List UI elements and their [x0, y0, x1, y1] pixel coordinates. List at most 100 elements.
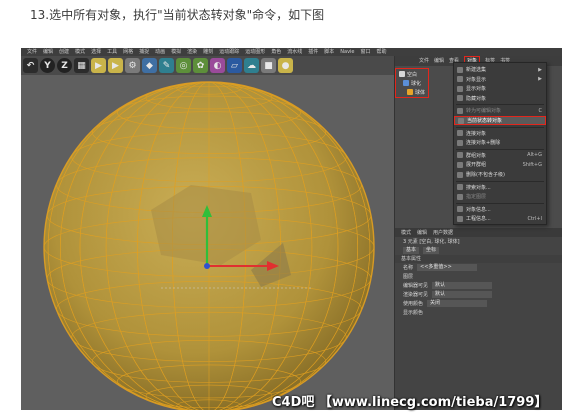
- menu-item[interactable]: 选择: [91, 48, 101, 56]
- toolbar-button[interactable]: ◐: [210, 58, 225, 73]
- context-menu-item[interactable]: 连接对象+删除: [454, 138, 546, 147]
- menu-item[interactable]: 插件: [308, 48, 318, 56]
- menu-item-icon: [457, 206, 463, 213]
- toolbar-button[interactable]: ◆: [142, 58, 157, 73]
- menu-item-shortcut: ▶: [538, 66, 542, 73]
- context-menu-item[interactable]: 搜索对象...: [454, 183, 546, 192]
- attribute-tab[interactable]: 编辑: [417, 229, 427, 236]
- menu-item[interactable]: 模式: [75, 48, 85, 56]
- toolbar-button[interactable]: ☁: [244, 58, 259, 73]
- context-menu-item[interactable]: 隐藏对象: [454, 94, 546, 103]
- menu-item[interactable]: 窗口: [361, 48, 371, 56]
- menu-item[interactable]: 模拟: [171, 48, 181, 56]
- menu-item[interactable]: 捕捉: [139, 48, 149, 56]
- context-menu-item[interactable]: 群组对象 Alt+G: [454, 151, 546, 160]
- attribute-subtab[interactable]: 坐标: [423, 247, 440, 254]
- scale-icon: Y: [44, 60, 51, 71]
- menu-item-label: 指定图层: [466, 194, 487, 201]
- menu-item-shortcut: C: [538, 107, 543, 114]
- menu-item[interactable]: 编辑: [43, 48, 53, 56]
- attribute-field-label: 渲染器可见: [403, 292, 429, 298]
- attribute-field-value[interactable]: <<多重值>>: [417, 264, 478, 271]
- camera-icon: ■: [264, 60, 273, 71]
- menu-separator: [456, 180, 544, 182]
- menu-item-icon: [457, 193, 463, 200]
- toolbar-button[interactable]: Y: [40, 58, 55, 73]
- menu-item[interactable]: 雕刻: [203, 48, 213, 56]
- context-menu-item[interactable]: 对象显示 ▶: [454, 75, 546, 84]
- attribute-subtab[interactable]: 基本: [403, 247, 420, 254]
- menu-item[interactable]: 文件: [27, 48, 37, 56]
- basic-properties-section: 基本属性: [395, 255, 562, 263]
- toolbar-button[interactable]: ↶: [23, 58, 38, 73]
- menu-item-label: 搜索对象...: [466, 184, 491, 191]
- menu-item-shortcut: Ctrl+I: [527, 215, 542, 222]
- context-menu-item[interactable]: 连接对象: [454, 129, 546, 138]
- attribute-tab[interactable]: 用户数据: [433, 229, 453, 236]
- pen-icon: ✎: [162, 60, 171, 71]
- menu-item[interactable]: 渲染: [187, 48, 197, 56]
- attribute-field-value[interactable]: 默认: [432, 282, 493, 289]
- toolbar-button[interactable]: ▶: [91, 58, 106, 73]
- attribute-title: 3 元素 [空白, 球化, 球体]: [395, 237, 562, 246]
- viewport-canvas[interactable]: [21, 75, 394, 410]
- menu-item[interactable]: 运动跟踪: [219, 48, 239, 56]
- menu-item[interactable]: Navie: [340, 48, 354, 56]
- toolbar-button[interactable]: ▶: [108, 58, 123, 73]
- context-menu-item[interactable]: 新建选集 ▶: [454, 65, 546, 74]
- attribute-field-value[interactable]: 默认: [432, 291, 493, 298]
- menu-item[interactable]: 创建: [59, 48, 69, 56]
- context-menu-item[interactable]: 显示对象: [454, 84, 546, 93]
- menu-item[interactable]: 工具: [107, 48, 117, 56]
- menu-item[interactable]: 运动图形: [245, 48, 265, 56]
- menu-item-label: 对象显示: [466, 76, 487, 83]
- context-menu-item[interactable]: 对象信息...: [454, 205, 546, 214]
- toolbar-button[interactable]: ■: [261, 58, 276, 73]
- main-toolbar: ↶ Y Z ▦ ▶ ▶ ⚙ ◆ ✎ ◎ ✿ ◐ ▱ ☁ ■ ●: [21, 56, 394, 75]
- subdivision-icon: ◎: [179, 60, 188, 71]
- context-menu-item[interactable]: 展开群组 Shift+G: [454, 160, 546, 169]
- menu-item[interactable]: 动画: [155, 48, 165, 56]
- attribute-tab[interactable]: 模式: [401, 229, 411, 236]
- object-manager-tab[interactable]: 编辑: [434, 56, 444, 66]
- 3d-viewport[interactable]: [21, 75, 394, 410]
- menu-separator: [456, 126, 544, 128]
- menu-item-label: 删除(不包含子级): [466, 172, 505, 178]
- toolbar-button[interactable]: ⚙: [125, 58, 140, 73]
- light-icon: ●: [281, 60, 290, 71]
- attribute-field: 名称 <<多重值>>: [395, 263, 562, 272]
- menu-item[interactable]: 网格: [123, 48, 133, 56]
- floor-icon: ▱: [231, 60, 238, 71]
- menu-item[interactable]: 脚本: [324, 48, 334, 56]
- menu-item-icon: [457, 85, 463, 92]
- sky-icon: ☁: [247, 60, 256, 71]
- context-menu-item[interactable]: 工程信息... Ctrl+I: [454, 214, 546, 223]
- menu-item-label: 连接对象+删除: [466, 140, 501, 147]
- toolbar-button[interactable]: ▦: [74, 58, 89, 73]
- toolbar-button[interactable]: ✿: [193, 58, 208, 73]
- attribute-manager: 模式 编辑 用户数据 3 元素 [空白, 球化, 球体] 基本 坐标 基本属性 名称 <…: [395, 228, 562, 410]
- toolbar-button[interactable]: ●: [278, 58, 293, 73]
- context-menu-item[interactable]: 当前状态转对象: [454, 116, 546, 125]
- menu-item-label: 隐藏对象: [466, 95, 487, 102]
- attribute-field-value[interactable]: 关闭: [427, 300, 488, 307]
- context-menu-item[interactable]: 删除(不包含子级): [454, 170, 546, 179]
- attribute-field-label: 图层: [403, 274, 414, 280]
- menu-item-icon: [458, 117, 464, 124]
- toolbar-button[interactable]: Z: [57, 58, 72, 73]
- menu-item-icon: [457, 95, 463, 102]
- attribute-subtabs: 基本 坐标: [395, 246, 562, 255]
- menu-item[interactable]: 角色: [271, 48, 281, 56]
- attribute-field: 图层: [395, 272, 562, 281]
- attribute-tabs: 模式 编辑 用户数据: [395, 228, 562, 237]
- toolbar-button[interactable]: ▱: [227, 58, 242, 73]
- toolbar-button[interactable]: ✎: [159, 58, 174, 73]
- menu-item-shortcut: ▶: [538, 76, 542, 83]
- menu-item[interactable]: 流水线: [287, 48, 302, 56]
- menu-item-icon: [457, 152, 463, 159]
- deformer-icon: ◐: [213, 60, 222, 71]
- menu-item-label: 工程信息...: [466, 216, 491, 223]
- object-manager-tab[interactable]: 文件: [419, 56, 429, 66]
- menu-item[interactable]: 帮助: [377, 48, 387, 56]
- toolbar-button[interactable]: ◎: [176, 58, 191, 73]
